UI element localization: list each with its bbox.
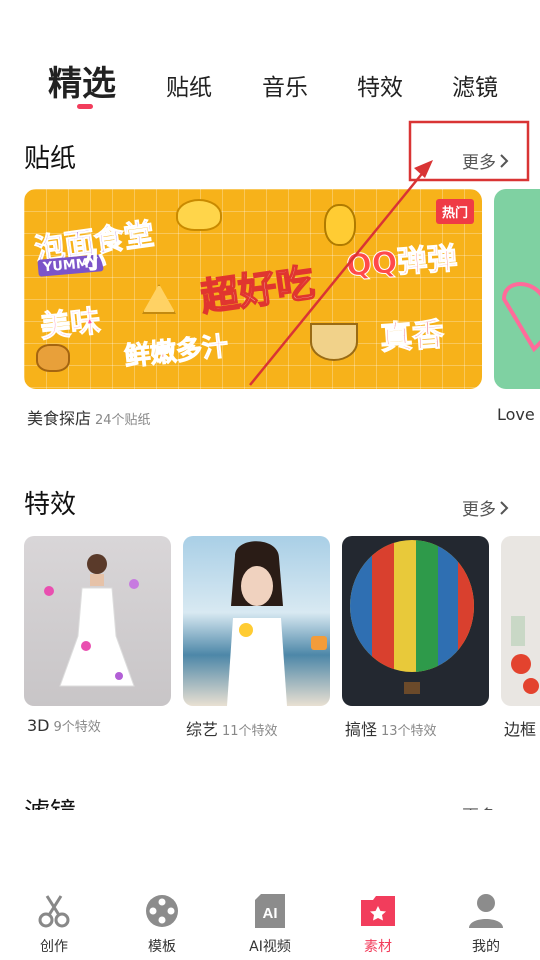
- effect-card-variety[interactable]: LIKE: [183, 536, 330, 706]
- nav-label: 素材: [364, 939, 392, 955]
- hot-air-balloon-image: [350, 540, 474, 694]
- film-reel-icon: [146, 895, 178, 927]
- annotation-overlay: [249, 120, 530, 386]
- more-label: 更多: [462, 802, 496, 810]
- effect-caption-4: 边框: [504, 716, 536, 740]
- nav-templates[interactable]: 模板: [122, 892, 202, 956]
- user-icon: [469, 894, 503, 928]
- filters-section-title: 滤镜: [24, 792, 76, 810]
- effect-name: 综艺: [186, 720, 219, 739]
- effect-caption-2: 综艺 11个特效: [186, 716, 278, 740]
- nav-label: 我的: [472, 939, 500, 955]
- more-label: 更多: [462, 500, 496, 520]
- nav-label: AI视频: [249, 939, 291, 955]
- chevron-right-icon: [500, 500, 509, 515]
- nav-profile[interactable]: 我的: [446, 892, 526, 956]
- annotation-arrowhead: [414, 160, 433, 178]
- annotation-arrow: [249, 169, 426, 386]
- folder-icon: [361, 896, 395, 926]
- effect-count: 11个特效: [222, 724, 278, 739]
- nav-materials[interactable]: 素材: [338, 892, 418, 956]
- effect-name: 边框: [504, 720, 537, 739]
- effect-card-funny[interactable]: [342, 536, 489, 706]
- effects-section-title: 特效: [24, 490, 77, 520]
- effect-count: 9个特效: [53, 720, 101, 735]
- effect-card-3d[interactable]: [24, 536, 171, 706]
- nav-ai-video[interactable]: AI AI视频: [230, 892, 310, 956]
- ai-icon: AI: [255, 894, 285, 928]
- flower-frame-image: [511, 616, 539, 694]
- nav-label: 创作: [40, 939, 68, 955]
- effect-name: 3D: [27, 716, 50, 735]
- like-label: LIKE: [257, 676, 285, 689]
- svg-text:AI: AI: [263, 905, 278, 922]
- bottom-nav-bar: 创作 模板 AI AI视频 素材 我的: [0, 880, 540, 960]
- nav-label: 模板: [148, 939, 176, 955]
- effect-card-border[interactable]: [501, 536, 540, 706]
- nav-create[interactable]: 创作: [14, 892, 94, 956]
- effect-caption-1: 3D 9个特效: [27, 716, 101, 735]
- effects-more-link[interactable]: 更多: [462, 495, 509, 520]
- effect-caption-3: 搞怪 13个特效: [345, 716, 437, 740]
- effect-name: 搞怪: [345, 720, 378, 739]
- scissors-icon: [38, 895, 70, 928]
- woman-in-dress-image: [44, 554, 139, 687]
- filters-more-link[interactable]: 更多: [462, 802, 496, 810]
- filters-section-clip: 滤镜 更多: [0, 792, 540, 810]
- effect-count: 13个特效: [381, 724, 437, 739]
